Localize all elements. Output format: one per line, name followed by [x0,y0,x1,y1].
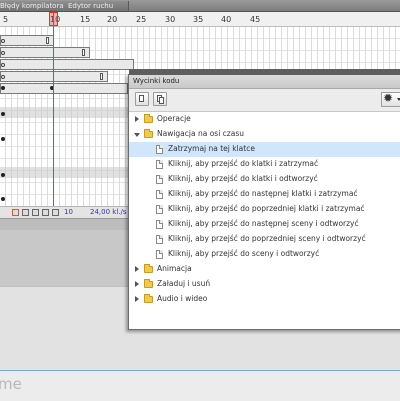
ruler-number: 20 [107,15,118,24]
folder-icon [144,114,153,123]
add-snippet-icon [139,95,144,102]
onion-outline-icon[interactable] [32,209,39,216]
snippet-goto-scene-play[interactable]: Kliknij, aby przejść do sceny i odtworzy… [129,247,400,262]
keyframe [46,37,49,44]
tree-item-label: Nawigacja na osi czasu [157,129,244,138]
snippet-icon [156,250,163,259]
snippet-icon [156,220,163,229]
tree-folder-operations[interactable]: Operacje [129,112,400,127]
onion-markers-icon[interactable] [52,209,59,216]
fps-readout: 24,00 kl./s [90,208,127,216]
copy-to-clipboard-button[interactable] [153,92,167,106]
ruler-number: 25 [136,15,147,24]
keyframe [1,112,5,116]
tree-item-label: Załaduj i usuń [157,279,211,288]
tree-folder-timeline-navigation[interactable]: Nawigacja na osi czasu [129,127,400,142]
ruler-number: 45 [250,15,261,24]
panel-title-bar[interactable]: Wycinki kodu [129,75,400,89]
collapse-arrow-icon[interactable] [134,133,140,137]
frame-span [0,71,108,82]
tree-item-label: Kliknij, aby przejść do klatki i odtworz… [168,174,318,183]
keyframe [1,137,5,141]
tree-folder-audio-video[interactable]: Audio i wideo [129,292,400,307]
tree-item-label: Kliknij, aby przejść do sceny i odtworzy… [168,249,320,258]
tree-item-label: Kliknij, aby przejść do poprzedniej klat… [168,204,365,213]
frame-span [0,47,90,58]
keyframe [1,86,5,90]
snippet-icon [156,205,163,214]
tree-item-label: Kliknij, aby przejść do poprzedniej scen… [168,234,366,243]
snippet-icon [156,145,163,154]
snippet-prev-frame-stop[interactable]: Kliknij, aby przejść do poprzedniej klat… [129,202,400,217]
edit-multiple-frames-icon[interactable] [42,209,49,216]
keyframe [100,73,103,80]
snippet-icon [156,190,163,199]
copy-icon-back [159,97,164,104]
ruler-number: 35 [193,15,204,24]
folder-icon [144,129,153,138]
expand-arrow-icon[interactable] [135,116,139,122]
tree-item-label: Operacje [157,114,191,123]
keyframe [1,197,5,201]
frame-span [0,83,128,94]
tree-folder-load-unload[interactable]: Załaduj i usuń [129,277,400,292]
options-button[interactable]: ✹ [381,91,400,107]
snippet-next-scene-play[interactable]: Kliknij, aby przejść do następnej sceny … [129,217,400,232]
timeline-ruler[interactable]: 5 10 15 20 25 30 35 40 45 [0,12,400,27]
snippet-icon [156,175,163,184]
folder-icon [144,279,153,288]
keyframe [82,49,85,56]
tab-compiler-errors[interactable]: Błędy kompilatora [0,1,69,11]
expand-arrow-icon[interactable] [135,296,139,302]
folder-icon [144,294,153,303]
expand-arrow-icon[interactable] [135,281,139,287]
onion-skin-icon[interactable] [22,209,29,216]
panel-toolbar: ✹ [129,89,400,112]
keyframe [1,63,5,67]
current-frame-readout: 10 [64,208,73,216]
keyframe [1,173,5,177]
snippet-next-frame-stop[interactable]: Kliknij, aby przejść do następnej klatki… [129,187,400,202]
add-snippet-button[interactable] [135,92,149,106]
tree-item-label: Zatrzymaj na tej klatce [168,144,255,153]
ruler-number: 30 [165,15,176,24]
snippet-icon [156,160,163,169]
bottom-text-field[interactable]: me [0,370,400,401]
snippet-icon [156,235,163,244]
snippet-goto-frame-stop[interactable]: Kliknij, aby przejść do klatki i zatrzym… [129,157,400,172]
playhead-line [53,12,54,218]
gear-icon: ✹ [383,91,394,105]
tree-item-label: Animacja [157,264,192,273]
ruler-number: 15 [80,15,91,24]
keyframe [1,51,5,55]
tree-folder-animation[interactable]: Animacja [129,262,400,277]
tree-item-label: Kliknij, aby przejść do następnej sceny … [168,219,359,228]
tab-motion-editor[interactable]: Edytor ruchu [64,1,129,11]
snippet-stop-at-frame[interactable]: Zatrzymaj na tej klatce [129,142,400,157]
panel-tab-strip: Błędy kompilatora Edytor ruchu [0,0,400,12]
expand-arrow-icon[interactable] [135,266,139,272]
bottom-text-fragment: me [0,375,22,393]
frame-span [0,59,134,70]
code-snippets-panel: Wycinki kodu ✹ Operacje Nawigacja na osi… [128,69,400,330]
center-frame-icon[interactable] [12,209,19,216]
ruler-number: 5 [3,15,9,24]
ruler-number: 40 [221,15,232,24]
tree-item-label: Kliknij, aby przejść do następnej klatki… [168,189,358,198]
snippet-prev-scene-play[interactable]: Kliknij, aby przejść do poprzedniej scen… [129,232,400,247]
keyframe [1,39,5,43]
tree-item-label: Audio i wideo [157,294,208,303]
panel-title: Wycinki kodu [133,77,180,85]
keyframe [1,75,5,79]
folder-icon [144,264,153,273]
snippet-goto-frame-play[interactable]: Kliknij, aby przejść do klatki i odtworz… [129,172,400,187]
tree-item-label: Kliknij, aby przejść do klatki i zatrzym… [168,159,319,168]
